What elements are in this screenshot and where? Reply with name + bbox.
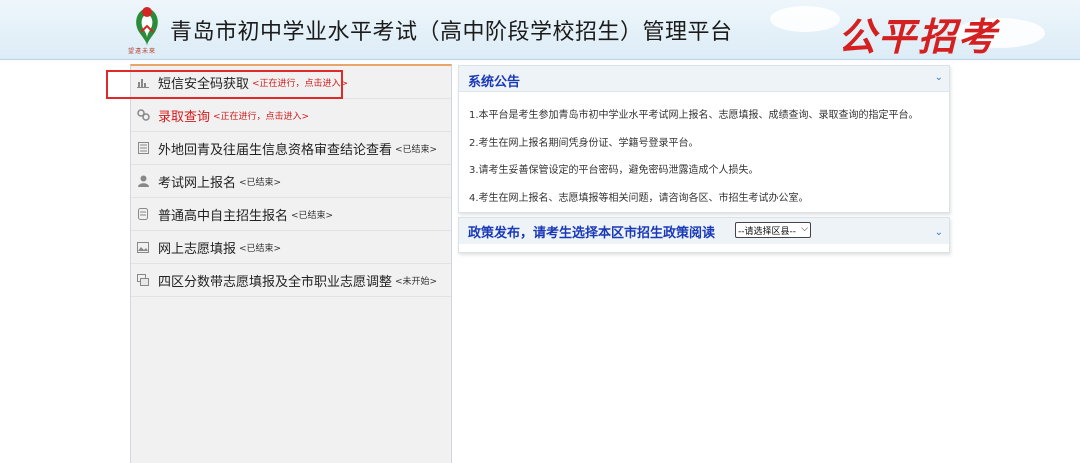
sidebar-item-status: <正在进行，点击进入> [213,111,310,122]
sidebar-item-status: <已结束> [239,243,282,254]
sidebar-item-volunteer-filling[interactable]: 网上志愿填报 <已结束> [131,231,451,264]
sidebar-item-status: <已结束> [291,210,334,221]
policy-header: 政策发布，请考生选择本区市招生政策阅读 --请选择区县-- ⌵ ⌄ [459,218,949,244]
announcement-line: 3.请考生妥善保管设定的平台密码，避免密码泄露造成个人损失。 [469,165,759,176]
announcement-line: 2.考生在网上报名期间凭身份证、学籍号登录平台。 [469,138,699,149]
header-banner: 望遠未來 青岛市初中学业水平考试（高中阶段学校招生）管理平台 公平招考 [0,0,1080,60]
sidebar: 短信安全码获取 <正在进行，点击进入> 录取查询 <正在进行，点击进入> 外地回… [130,64,452,463]
announcement-panel: 系统公告 ⌄ 1.本平台是考生参加青岛市初中学业水平考试网上报名、志愿填报、成绩… [458,65,950,213]
picture-icon [136,240,150,254]
sidebar-item-status: <已结束> [395,144,438,155]
cloud-decoration [770,6,840,32]
sidebar-item-admission-query[interactable]: 录取查询 <正在进行，点击进入> [131,99,451,132]
sidebar-item-label: 外地回青及往届生信息资格审查结论查看 [158,142,393,158]
logo-caption: 望遠未來 [128,48,157,55]
policy-panel: 政策发布，请考生选择本区市招生政策阅读 --请选择区县-- ⌵ ⌄ [458,217,950,253]
sidebar-item-online-registration[interactable]: 考试网上报名 <已结束> [131,165,451,198]
sidebar-item-status: <未开始> [395,276,438,287]
sidebar-item-label: 考试网上报名 [158,175,237,191]
announcement-line: 4.考生在网上报名、志愿填报等相关问题，请咨询各区、市招生考试办公室。 [469,193,809,204]
sidebar-item-qualification-review[interactable]: 外地回青及往届生信息资格审查结论查看 <已结束> [131,132,451,165]
chevron-down-icon[interactable]: ⌄ [935,227,943,238]
chevron-down-icon[interactable]: ⌄ [935,72,943,83]
sidebar-item-label: 录取查询 [158,109,211,125]
user-icon [136,174,150,188]
sidebar-item-score-band-adjustment[interactable]: 四区分数带志愿填报及全市职业志愿调整 <未开始> [131,264,451,297]
slogan-calligraphy: 公平招考 [838,14,999,59]
sidebar-item-label: 网上志愿填报 [158,241,237,257]
district-select[interactable]: --请选择区县-- ⌵ [735,222,811,238]
announcement-title: 系统公告 [468,75,521,90]
announcement-header[interactable]: 系统公告 ⌄ [459,66,949,92]
stack-icon [136,273,150,287]
district-select-value: --请选择区县-- [738,226,796,237]
form-icon [136,207,150,221]
highlight-annotation-box [106,70,343,99]
document-icon [136,141,150,155]
announcement-line: 1.本平台是考生参加青岛市初中学业水平考试网上报名、志愿填报、成绩查询、录取查询… [469,110,919,121]
sidebar-item-label: 普通高中自主招生报名 [158,208,289,224]
sidebar-item-status: <已结束> [239,177,282,188]
gears-icon [136,108,150,122]
chevron-down-icon: ⌵ [801,224,808,234]
policy-title: 政策发布，请考生选择本区市招生政策阅读 [468,226,716,241]
sidebar-item-label: 四区分数带志愿填报及全市职业志愿调整 [158,274,393,290]
sidebar-item-independent-enrollment[interactable]: 普通高中自主招生报名 <已结束> [131,198,451,231]
page-title: 青岛市初中学业水平考试（高中阶段学校招生）管理平台 [170,20,733,45]
